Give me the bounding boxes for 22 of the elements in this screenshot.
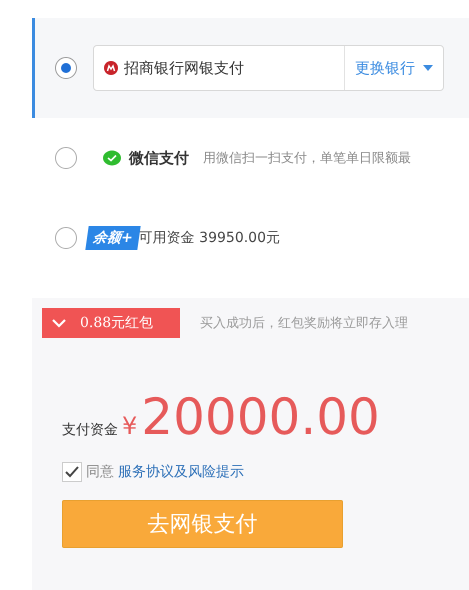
radio-button[interactable] xyxy=(55,147,77,169)
chat-bubble-icon xyxy=(103,150,121,166)
caret-icon xyxy=(423,65,433,71)
wechat-pay-label: 微信支付 xyxy=(129,148,189,168)
available-funds-text: 可用资金 39950.00元 xyxy=(138,229,280,247)
currency-sign: ¥ xyxy=(122,412,138,440)
amount-value: 20000.00 xyxy=(141,388,380,446)
radio-button[interactable] xyxy=(55,227,77,249)
bank-name: 招商银行网银支付 xyxy=(124,58,245,78)
bank-logo-icon xyxy=(104,61,118,75)
agree-checkbox[interactable] xyxy=(62,462,82,482)
bank-select-field[interactable]: 招商银行网银支付 更换银行 xyxy=(93,45,444,91)
radio-button[interactable] xyxy=(55,57,77,79)
bank-pay-button[interactable]: 去网银支付 xyxy=(62,500,343,548)
agree-text: 同意 xyxy=(86,463,114,481)
balance-badge: 余额+ xyxy=(85,226,140,250)
bonus-tag[interactable]: 0.88元红包 xyxy=(42,308,180,338)
service-agreement-link[interactable]: 服务协议及风险提示 xyxy=(118,463,244,481)
bonus-description: 买入成功后，红包奖励将立即存入理 xyxy=(200,315,408,332)
change-bank-dropdown[interactable]: 更换银行 xyxy=(344,46,443,90)
amount-label: 支付资金 xyxy=(62,421,118,439)
wechat-pay-description: 用微信扫一扫支付，单笔单日限额最 xyxy=(203,150,411,167)
